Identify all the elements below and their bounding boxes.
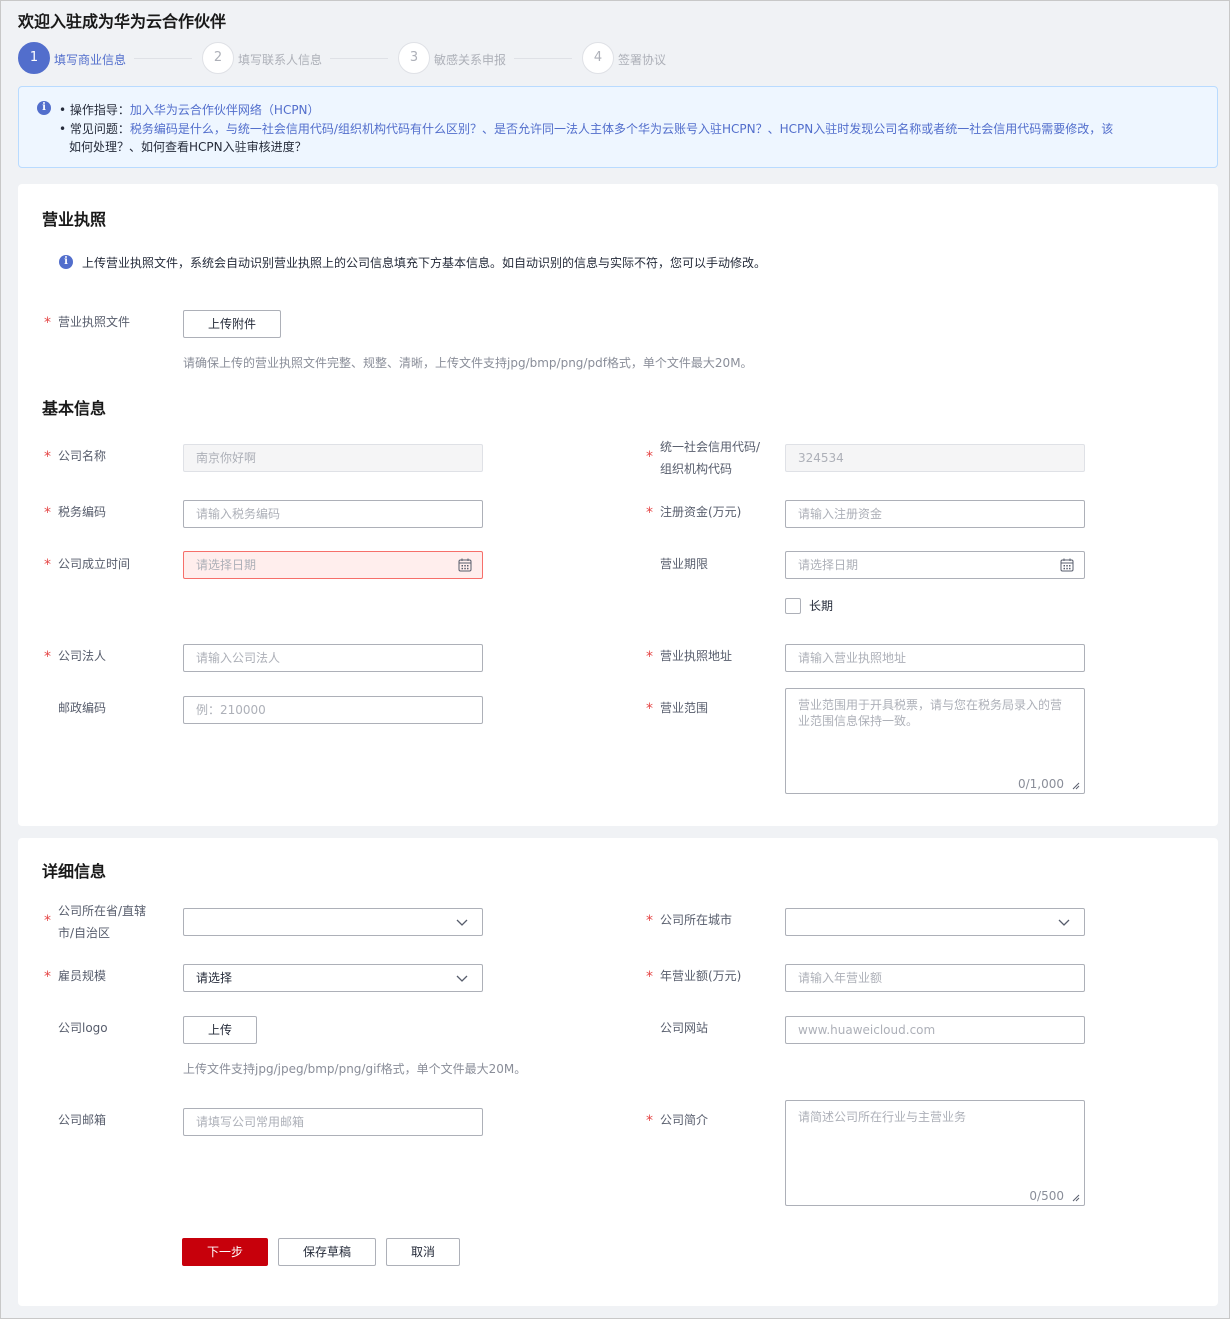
website-input[interactable]: www.huaweicloud.com [785, 1016, 1085, 1044]
step-4-label: 签署协议 [618, 53, 667, 67]
required-mark: * [44, 649, 51, 665]
step-connector [514, 58, 572, 59]
calendar-icon[interactable] [458, 558, 472, 572]
save-draft-button[interactable]: 保存草稿 [278, 1238, 376, 1266]
credit-code-input[interactable]: 324534 [785, 444, 1085, 472]
tax-code-input[interactable]: 请输入税务编码 [183, 500, 483, 528]
business-scope-placeholder: 营业范围用于开具税票，请与您在税务局录入的营业范围信息保持一致。 [798, 698, 1063, 728]
chevron-down-icon[interactable] [456, 917, 468, 927]
legal-person-label: 公司法人 [58, 649, 107, 663]
next-step-button[interactable]: 下一步 [182, 1238, 268, 1266]
step-1-label: 填写商业信息 [54, 53, 127, 67]
company-name-label: 公司名称 [58, 449, 107, 463]
business-scope-label: 营业范围 [660, 701, 709, 715]
staff-size-select[interactable]: 请选择 [183, 964, 483, 992]
required-mark: * [44, 315, 51, 331]
required-mark: * [646, 969, 653, 985]
step-4-number: 4 [582, 42, 614, 74]
capital-input[interactable]: 请输入注册资金 [785, 500, 1085, 528]
step-3-label: 敏感关系申报 [434, 53, 507, 67]
staff-size-label: 雇员规模 [58, 969, 107, 983]
founding-date-label: 公司成立时间 [58, 557, 131, 571]
required-mark: * [44, 449, 51, 465]
step-1-number: 1 [18, 42, 50, 74]
website-label: 公司网站 [660, 1021, 709, 1035]
guide-key: 操作指导： [69, 103, 130, 117]
required-mark: * [646, 505, 653, 521]
upload-logo-button[interactable]: 上传 [183, 1016, 257, 1044]
required-mark: * [646, 1113, 653, 1129]
faq-links-continued[interactable]: 如何处理？、如何查看HCPN入驻审核进度？ [69, 138, 307, 156]
business-info-card: 营业执照 i 上传营业执照文件，系统会自动识别营业执照上的公司信息填充下方基本信… [18, 184, 1218, 826]
company-intro-placeholder: 请简述公司所在行业与主营业务 [798, 1110, 967, 1124]
license-address-input[interactable]: 请输入营业执照地址 [785, 644, 1085, 672]
company-intro-count: 0/500 [1029, 1189, 1064, 1203]
required-mark: * [646, 449, 653, 465]
info-icon: i [37, 101, 51, 115]
chevron-down-icon[interactable] [456, 973, 468, 983]
company-intro-textarea[interactable]: 请简述公司所在行业与主营业务 0/500 [785, 1100, 1085, 1206]
business-term-picker[interactable]: 请选择日期 [785, 551, 1085, 579]
step-3-number: 3 [398, 42, 430, 74]
postcode-label: 邮政编码 [58, 701, 107, 715]
calendar-icon[interactable] [1060, 558, 1074, 572]
step-2-number: 2 [202, 42, 234, 74]
upload-license-button[interactable]: 上传附件 [183, 310, 281, 338]
guide-line: • 操作指导：加入华为云合作伙伴网络（HCPN） [59, 103, 320, 117]
founding-date-picker[interactable]: 请选择日期 [183, 551, 483, 579]
required-mark: * [44, 969, 51, 985]
business-term-label: 营业期限 [660, 557, 709, 571]
required-mark: * [646, 649, 653, 665]
company-name-input[interactable]: 南京你好啊 [183, 444, 483, 472]
province-label: 公司所在省/直辖 市/自治区 [58, 904, 147, 940]
tax-code-label: 税务编码 [58, 505, 107, 519]
postcode-input[interactable]: 例：210000 [183, 696, 483, 724]
company-email-label: 公司邮箱 [58, 1113, 107, 1127]
required-mark: * [44, 505, 51, 521]
capital-label: 注册资金(万元) [660, 505, 742, 519]
basic-section-title: 基本信息 [42, 399, 107, 418]
guide-notice: i • 操作指导：加入华为云合作伙伴网络（HCPN） • 常见问题：税务编码是什… [18, 86, 1218, 168]
resize-grip-icon[interactable] [1072, 782, 1080, 790]
license-upload-hint: 请确保上传的营业执照文件完整、规整、清晰，上传文件支持jpg/bmp/png/p… [183, 356, 753, 370]
license-tip: 上传营业执照文件，系统会自动识别营业执照上的公司信息填充下方基本信息。如自动识别… [82, 256, 767, 270]
chevron-down-icon[interactable] [1058, 917, 1070, 927]
company-intro-label: 公司简介 [660, 1113, 709, 1127]
faq-key: 常见问题： [69, 122, 130, 136]
annual-revenue-label: 年营业额(万元) [660, 969, 742, 983]
faq-line: • 常见问题：税务编码是什么，与统一社会信用代码/组织机构代码有什么区别？、是否… [59, 122, 1114, 136]
business-scope-textarea[interactable]: 营业范围用于开具税票，请与您在税务局录入的营业范围信息保持一致。 0/1,000 [785, 688, 1085, 794]
step-connector [330, 58, 388, 59]
license-file-label: 营业执照文件 [58, 315, 131, 329]
info-icon: i [59, 255, 73, 269]
detail-section-title: 详细信息 [42, 862, 107, 881]
license-address-label: 营业执照地址 [660, 649, 733, 663]
step-connector [134, 58, 192, 59]
page-title: 欢迎入驻成为华为云合作伙伴 [18, 12, 227, 31]
credit-code-label: 统一社会信用代码/ 组织机构代码 [660, 440, 761, 476]
required-mark: * [44, 913, 51, 929]
company-logo-label: 公司logo [58, 1021, 108, 1035]
required-mark: * [646, 701, 653, 717]
company-email-input[interactable]: 请填写公司常用邮箱 [183, 1108, 483, 1136]
long-term-label: 长期 [809, 599, 834, 613]
required-mark: * [646, 913, 653, 929]
guide-link[interactable]: 加入华为云合作伙伴网络（HCPN） [130, 103, 320, 117]
required-mark: * [44, 557, 51, 573]
city-label: 公司所在城市 [660, 913, 733, 927]
business-scope-count: 0/1,000 [1017, 777, 1064, 791]
logo-upload-hint: 上传文件支持jpg/jpeg/bmp/png/gif格式，单个文件最大20M。 [183, 1062, 527, 1076]
legal-person-input[interactable]: 请输入公司法人 [183, 644, 483, 672]
province-select[interactable] [183, 908, 483, 936]
faq-links[interactable]: 税务编码是什么，与统一社会信用代码/组织机构代码有什么区别？、是否允许同一法人主… [130, 122, 1113, 136]
cancel-button[interactable]: 取消 [386, 1238, 460, 1266]
license-section-title: 营业执照 [42, 210, 107, 229]
step-2-label: 填写联系人信息 [238, 53, 323, 67]
detail-info-card: 详细信息 * 公司所在省/直辖 市/自治区 * 公司所在城市 * 雇员规模 请选… [18, 838, 1218, 1306]
resize-grip-icon[interactable] [1072, 1194, 1080, 1202]
annual-revenue-input[interactable]: 请输入年营业额 [785, 964, 1085, 992]
long-term-checkbox[interactable] [785, 598, 801, 614]
city-select[interactable] [785, 908, 1085, 936]
